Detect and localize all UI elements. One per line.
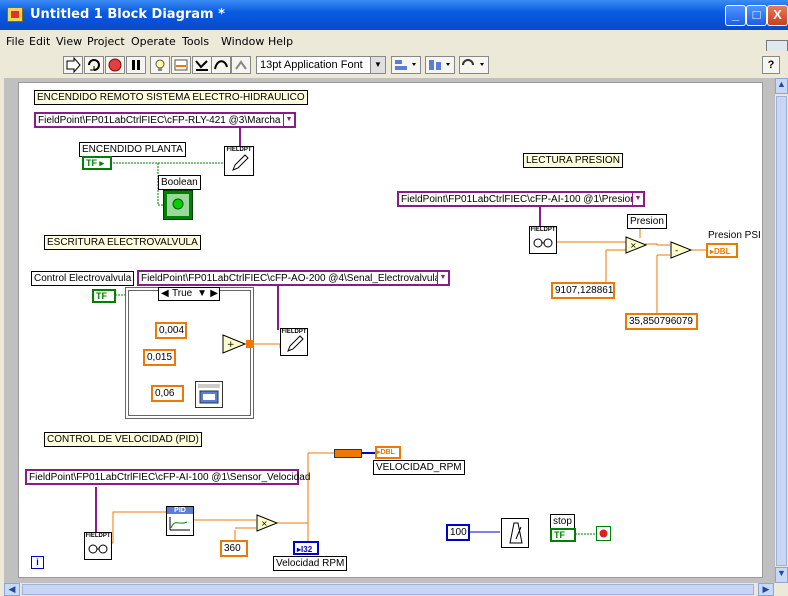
constant-360[interactable]: 360 — [220, 540, 248, 557]
subtract-node[interactable]: - — [670, 241, 693, 259]
svg-text:+: + — [227, 340, 235, 350]
label-escritura-electrovalvula: ESCRITURA ELECTROVALVULA — [44, 235, 201, 250]
conversion-node[interactable] — [334, 449, 362, 458]
tf-badge: TF — [554, 530, 565, 540]
constant-0-06[interactable]: 0,06 — [151, 385, 184, 402]
glasses-icon — [88, 544, 108, 554]
tf-badge: TF — [86, 158, 97, 168]
pid-tag: PID — [167, 507, 193, 514]
chevron-down-icon: ▼ — [283, 114, 294, 126]
case-selector[interactable]: ◀ True ▼ ▶ — [158, 287, 220, 301]
chevron-left-icon[interactable]: ◀ — [161, 288, 169, 300]
add-node[interactable]: + — [222, 334, 247, 354]
label-control-velocidad: CONTROL DE VELOCIDAD (PID) — [44, 432, 202, 447]
fieldpoint-write-node[interactable]: FIELDPT — [224, 146, 254, 176]
label-encendido-planta: ENCENDIDO PLANTA — [79, 142, 186, 157]
chevron-down-icon: ▼ — [437, 272, 448, 284]
fieldpoint-read-velocidad-node[interactable]: FIELDPT — [84, 532, 112, 560]
fieldpoint-io-electrovalvula[interactable]: FieldPoint\FP01LabCtrlFIEC\cFP-AO-200 @4… — [137, 270, 450, 286]
subvi-node[interactable] — [195, 381, 223, 408]
terminal-stop[interactable]: TF — [550, 528, 576, 542]
label-control-electrovalvula: Control Electrovalvula — [31, 271, 135, 286]
stop-condition-icon — [599, 529, 608, 538]
case-selector-value: True — [172, 288, 193, 299]
svg-text:×: × — [630, 241, 637, 250]
pid-graph-icon — [169, 517, 190, 531]
indicator-presion-psi[interactable]: ▸DBL — [706, 243, 738, 258]
terminal-control-electrovalvula[interactable]: TF — [92, 289, 116, 303]
chevron-down-icon: ▼ — [632, 193, 643, 205]
fieldpoint-io-electrovalvula-text: FieldPoint\FP01LabCtrlFIEC\cFP-AO-200 @4… — [141, 273, 441, 284]
fieldpoint-io-marcha[interactable]: FieldPoint\FP01LabCtrlFIEC\cFP-RLY-421 @… — [34, 112, 296, 128]
multiply-node[interactable]: × — [625, 236, 648, 254]
label-presion-psi: Presion PSI — [708, 230, 761, 241]
led-icon — [167, 194, 189, 216]
subvi-icon — [198, 384, 220, 404]
constant-0-004[interactable]: 0,004 — [155, 322, 187, 339]
multiply-icon: × — [256, 514, 279, 532]
fieldpoint-io-presion-text: FieldPoint\FP01LabCtrlFIEC\cFP-AI-100 @1… — [401, 194, 636, 205]
metronome-icon — [509, 522, 523, 544]
case-output-tunnel — [246, 340, 254, 348]
label-stop: stop — [550, 514, 575, 529]
label-boolean: Boolean — [158, 175, 201, 190]
boolean-led-indicator[interactable] — [163, 190, 193, 220]
chevron-right-icon[interactable]: ▶ — [210, 288, 218, 300]
svg-text:×: × — [261, 519, 268, 528]
label-velocidad-rpm-upper: VELOCIDAD_RPM — [373, 460, 465, 475]
indicator-velocidad-rpm-dbl[interactable]: ▸DBL — [375, 446, 401, 459]
multiply-icon: × — [625, 236, 648, 254]
label-presion: Presion — [627, 214, 667, 229]
glasses-icon — [533, 238, 553, 248]
pid-node[interactable]: PID — [166, 506, 194, 536]
label-velocidad-rpm: Velocidad RPM — [273, 556, 348, 571]
constant-100[interactable]: 100 — [446, 524, 470, 541]
chevron-down-icon[interactable]: ▼ — [197, 288, 207, 300]
tf-badge: TF — [96, 291, 107, 301]
dbl-badge: DBL — [380, 449, 395, 456]
fieldpoint-read-presion-node[interactable]: FIELDPT — [529, 226, 557, 254]
svg-text:-: - — [675, 246, 678, 256]
wait-ms-node[interactable] — [501, 518, 529, 548]
label-lectura-presion: LECTURA PRESION — [523, 153, 623, 168]
dbl-badge: DBL — [714, 247, 731, 256]
i32-badge: I32 — [301, 545, 313, 554]
constant-0-015[interactable]: 0,015 — [143, 349, 176, 366]
fieldpoint-write-electrovalvula-node[interactable]: FIELDPT — [280, 328, 308, 356]
pencil-icon — [287, 335, 304, 352]
fieldpoint-io-velocidad-text: FieldPoint\FP01LabCtrlFIEC\cFP-AI-100 @1… — [29, 472, 311, 483]
fieldpoint-io-marcha-text: FieldPoint\FP01LabCtrlFIEC\cFP-RLY-421 @… — [38, 115, 281, 126]
label-encendido-remoto: ENCENDIDO REMOTO SISTEMA ELECTRO-HIDRAUL… — [34, 90, 308, 105]
subtract-icon: - — [670, 241, 693, 259]
indicator-velocidad-rpm[interactable]: ▸I32 — [293, 541, 319, 555]
add-icon: + — [222, 334, 247, 354]
fieldpoint-io-presion[interactable]: FieldPoint\FP01LabCtrlFIEC\cFP-AI-100 @1… — [397, 191, 645, 207]
pencil-icon — [232, 154, 249, 171]
stop-if-true-node[interactable] — [596, 526, 611, 541]
multiply-velocidad-node[interactable]: × — [256, 514, 279, 532]
fieldpoint-io-velocidad[interactable]: FieldPoint\FP01LabCtrlFIEC\cFP-AI-100 @1… — [25, 469, 310, 485]
constant-35-850796079[interactable]: 35,850796079 — [625, 313, 698, 330]
constant-9107-128861[interactable]: 9107,128861 — [551, 282, 615, 299]
terminal-encendido-planta[interactable]: TF ▸ — [82, 156, 112, 170]
loop-iteration-icon[interactable]: i — [31, 556, 44, 569]
